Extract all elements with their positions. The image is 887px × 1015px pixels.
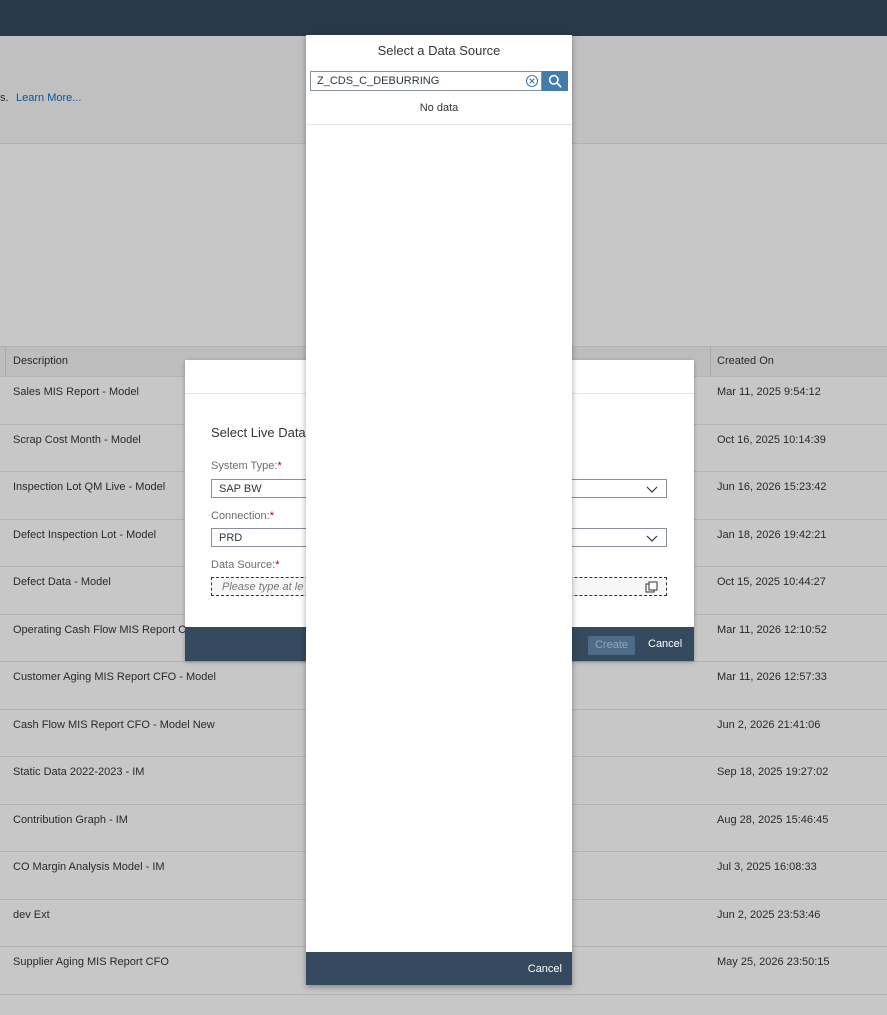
cancel-button[interactable]: Cancel: [648, 638, 682, 650]
data-source-placeholder: Please type at le: [222, 581, 304, 593]
search-icon: [548, 74, 562, 88]
select-data-source-dialog: Select a Data Source No data Cancel: [306, 35, 572, 985]
value-help-icon[interactable]: [645, 581, 658, 594]
clear-circle-icon[interactable]: [525, 74, 539, 88]
required-mark: *: [269, 510, 274, 522]
search-input[interactable]: [317, 74, 517, 88]
cancel-button[interactable]: Cancel: [528, 963, 562, 975]
system-type-label: System Type:*: [211, 460, 282, 472]
chevron-down-icon: [646, 535, 658, 542]
data-source-label: Data Source:*: [211, 559, 279, 571]
required-mark: *: [277, 460, 282, 472]
system-type-label-text: System Type:: [211, 460, 278, 472]
dialog-title: Select a Data Source: [377, 43, 501, 58]
connection-label-text: Connection:: [211, 510, 270, 522]
search-field[interactable]: [310, 71, 542, 91]
chevron-down-icon: [646, 486, 658, 493]
list-divider: [306, 124, 572, 125]
dialog-title: Select Live Data: [211, 425, 306, 440]
system-type-value: SAP BW: [219, 483, 262, 495]
search-button[interactable]: [542, 71, 568, 91]
required-mark: *: [275, 559, 280, 571]
create-button[interactable]: Create: [588, 636, 635, 655]
dialog-footer: Cancel: [306, 952, 572, 985]
connection-label: Connection:*: [211, 510, 274, 522]
no-data-message: No data: [419, 102, 459, 114]
connection-value: PRD: [219, 532, 243, 544]
data-source-label-text: Data Source:: [211, 559, 276, 571]
